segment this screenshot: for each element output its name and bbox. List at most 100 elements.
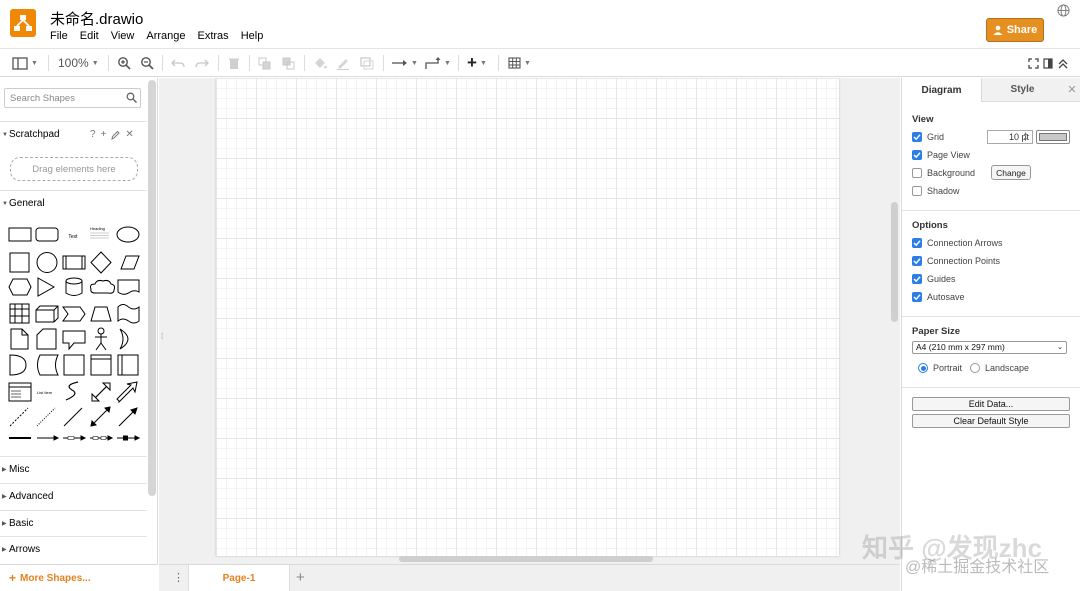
menu-edit[interactable]: Edit [74,30,105,42]
section-advanced[interactable]: ▶ Advanced [0,483,147,509]
clear-default-style-button[interactable]: Clear Default Style [912,414,1070,428]
shape-rectangle[interactable] [8,227,32,242]
zoom-in-button[interactable] [117,54,131,72]
shape-text[interactable]: Text [68,234,78,240]
connection-points-checkbox[interactable]: Connection Points [912,256,1000,266]
more-shapes-button[interactable]: + More Shapes... [0,564,158,591]
shape-internal-storage[interactable] [9,303,30,324]
grid-size-stepper[interactable]: ▲ ▼ [1023,131,1028,143]
shape-dotted-line[interactable] [36,407,56,427]
zoom-out-button[interactable] [140,54,154,72]
section-basic[interactable]: ▶ Basic [0,510,147,536]
shape-curve[interactable] [65,381,79,401]
shape-parallelogram[interactable] [120,255,140,270]
shape-dashed-line[interactable] [9,407,29,427]
shape-ellipse[interactable] [116,226,140,243]
page-view-checkbox[interactable]: Page View [912,150,970,160]
menu-arrange[interactable]: Arrange [140,30,191,42]
shape-tape[interactable] [117,304,140,324]
shape-triangle[interactable] [37,277,56,297]
shape-connector-symbol[interactable] [117,435,141,441]
add-icon[interactable]: + [101,129,107,140]
page-tab-1[interactable]: Page-1 [188,565,290,591]
shape-line[interactable] [63,407,83,427]
fullscreen-button[interactable] [1028,54,1039,72]
fill-color-button[interactable] [313,54,327,72]
change-background-button[interactable]: Change [991,165,1031,180]
connection-arrows-checkbox[interactable]: Connection Arrows [912,238,1003,248]
shadow-button[interactable] [360,54,374,72]
delete-button[interactable] [228,54,240,72]
edit-data-button[interactable]: Edit Data... [912,397,1070,411]
shape-note[interactable] [10,328,29,350]
search-icon[interactable] [126,92,137,103]
grid-color-button[interactable] [1036,130,1070,144]
waypoints-dropdown[interactable]: ▼ [425,54,451,72]
share-button[interactable]: Share [986,18,1044,42]
drawio-logo[interactable] [10,9,36,37]
to-back-button[interactable] [282,54,296,72]
shape-cloud[interactable] [90,279,116,294]
shape-swimlane[interactable] [117,354,139,376]
background-checkbox[interactable]: Background [912,168,975,178]
globe-icon[interactable] [1057,4,1070,17]
insert-dropdown[interactable]: + ▼ [467,53,487,72]
tab-diagram[interactable]: Diagram [902,78,981,102]
shape-diamond[interactable] [90,251,112,274]
page-menu-icon[interactable]: ⋮ [173,571,184,584]
shape-delay[interactable] [9,354,27,376]
shape-trapezoid[interactable] [90,306,112,322]
shape-arrow[interactable] [116,381,138,404]
grid-checkbox[interactable]: Grid [912,132,944,142]
canvas-horizontal-scrollbar[interactable] [399,556,653,562]
to-front-button[interactable] [258,54,272,72]
shape-connector-label[interactable] [63,435,87,441]
format-panel-toggle[interactable]: ▼ [12,54,38,72]
landscape-radio[interactable]: Landscape [970,363,1029,373]
sidebar-splitter-handle[interactable]: ⁞ [161,332,163,341]
menu-help[interactable]: Help [235,30,270,42]
general-header[interactable]: ▼ General [0,190,147,216]
shape-bidirectional-arrow[interactable] [91,382,111,402]
document-title[interactable]: 未命名.drawio [50,8,143,29]
shape-actor[interactable] [95,327,107,351]
shape-textbox[interactable]: Heading [90,226,109,239]
edit-icon[interactable] [111,130,121,140]
shape-cube[interactable] [35,305,59,323]
section-misc[interactable]: ▶ Misc [0,456,147,482]
shape-document[interactable] [117,279,140,295]
section-arrows[interactable]: ▶ Arrows [0,536,147,562]
shape-bidirectional-connector[interactable] [90,406,111,427]
shadow-checkbox[interactable]: Shadow [912,186,960,196]
format-panel-button[interactable] [1043,54,1053,72]
shape-connector-labels[interactable] [90,435,114,441]
autosave-checkbox[interactable]: Autosave [912,292,965,302]
shape-list-item[interactable]: List Item [37,390,53,395]
shape-container[interactable] [90,354,112,376]
shape-card[interactable] [36,328,57,350]
tab-style[interactable]: Style [981,78,1063,102]
undo-button[interactable] [171,54,185,72]
table-dropdown[interactable]: ▼ [508,54,531,72]
canvas-vertical-scrollbar[interactable] [891,202,898,322]
shape-callout[interactable] [62,330,86,351]
diagram-canvas[interactable] [159,78,900,564]
diagram-page[interactable] [216,78,839,556]
close-icon[interactable]: ✕ [125,129,133,140]
shape-rectangle-2[interactable] [63,354,85,376]
shape-step[interactable] [62,306,86,322]
menu-view[interactable]: View [105,30,141,42]
shape-rounded-rectangle[interactable] [35,227,59,242]
sidebar-scrollbar[interactable] [148,80,156,496]
search-shapes-input[interactable] [4,88,141,108]
menu-extras[interactable]: Extras [192,30,235,42]
collapse-button[interactable] [1058,54,1068,72]
menu-file[interactable]: File [44,30,74,42]
shape-process[interactable] [62,255,86,270]
shape-list[interactable] [8,382,32,402]
shape-data-storage[interactable] [37,354,59,376]
help-icon[interactable]: ? [90,129,96,140]
scratchpad-dropzone[interactable]: Drag elements here [10,157,138,181]
paper-size-select[interactable]: A4 (210 mm x 297 mm) ⌄ [912,341,1067,354]
guides-checkbox[interactable]: Guides [912,274,956,284]
